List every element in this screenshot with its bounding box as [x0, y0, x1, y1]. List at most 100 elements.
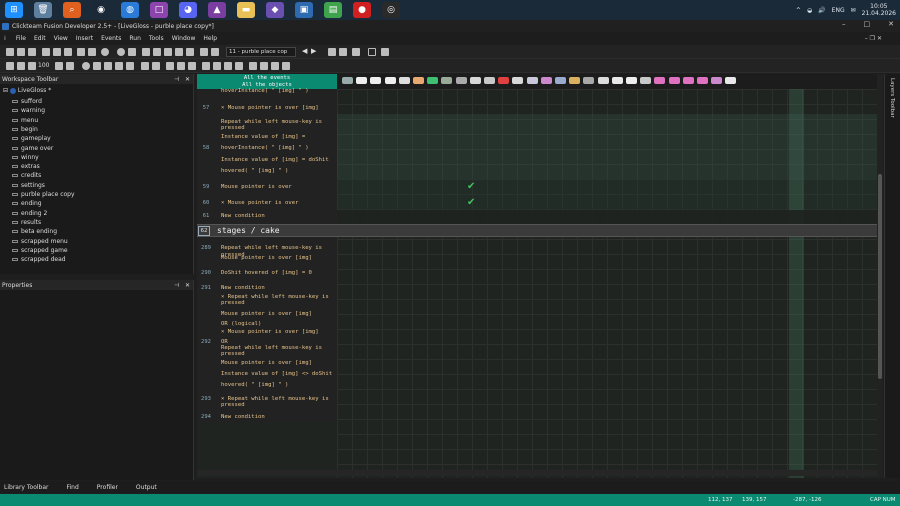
- menu-window[interactable]: Window: [172, 35, 196, 42]
- prev-frame-icon[interactable]: ◀: [302, 47, 307, 55]
- cut-icon[interactable]: [42, 48, 50, 56]
- object-icon[interactable]: [413, 77, 424, 84]
- unlock-icon[interactable]: [152, 62, 160, 70]
- event-condition[interactable]: OR (logical): [221, 321, 261, 327]
- event-condition[interactable]: hovered( " [img] " ): [221, 168, 288, 174]
- object-icon[interactable]: [370, 77, 382, 84]
- recycle-bin-icon[interactable]: 🗑: [34, 2, 52, 18]
- panel-close-icon[interactable]: ✕: [185, 282, 190, 289]
- grid-icon[interactable]: [352, 48, 360, 56]
- object-icon[interactable]: [484, 77, 495, 84]
- tree-root[interactable]: ⊟ LiveGloss *: [3, 87, 51, 94]
- event-condition[interactable]: Instance value of [img] =: [221, 134, 305, 140]
- next-frame-icon[interactable]: ▶: [311, 47, 316, 55]
- paste-icon[interactable]: [64, 48, 72, 56]
- event-condition[interactable]: hoverInstance( " [img] " ): [221, 145, 309, 151]
- tab-find[interactable]: Find: [67, 484, 79, 491]
- insert-object-icon[interactable]: [328, 48, 336, 56]
- tree-item-frame[interactable]: scrapped dead: [12, 256, 66, 263]
- app-green-icon[interactable]: ▤: [324, 2, 342, 18]
- windows-start-icon[interactable]: ⊞: [5, 2, 23, 18]
- scrollbar-thumb[interactable]: [878, 174, 882, 379]
- conditions-icon[interactable]: [177, 62, 185, 70]
- object-icon[interactable]: [512, 77, 524, 84]
- object-icon[interactable]: [555, 77, 566, 84]
- event-condition[interactable]: × Mouse pointer is over: [221, 200, 298, 206]
- notification-icon[interactable]: ✉: [851, 7, 856, 14]
- folder-icon[interactable]: ▬: [237, 2, 255, 18]
- frame-editor-icon[interactable]: [153, 48, 161, 56]
- close-button[interactable]: ✕: [888, 20, 894, 28]
- event-condition[interactable]: pressed: [221, 402, 245, 408]
- zoom-value[interactable]: 100: [38, 62, 49, 69]
- select-all-icon[interactable]: [6, 62, 14, 70]
- event-condition[interactable]: pressed: [221, 125, 245, 131]
- bookmark-icon[interactable]: [235, 62, 243, 70]
- object-icon[interactable]: [583, 77, 595, 84]
- mdi-window-controls[interactable]: – ❐ ✕: [865, 35, 882, 42]
- tree-item-frame[interactable]: beta ending: [12, 228, 57, 235]
- redo-icon[interactable]: [88, 48, 96, 56]
- object-icon[interactable]: [427, 77, 439, 84]
- object-icon[interactable]: [697, 77, 708, 84]
- tab-output[interactable]: Output: [136, 484, 157, 491]
- tree-expand-icon[interactable]: ⊟: [3, 87, 8, 94]
- pin-icon[interactable]: ⊣: [174, 76, 179, 83]
- object-icon[interactable]: [455, 77, 467, 84]
- object-icon[interactable]: [498, 77, 510, 84]
- object-icon[interactable]: [441, 77, 453, 84]
- menu-help[interactable]: Help: [203, 35, 217, 42]
- expand-icon[interactable]: [260, 62, 268, 70]
- open-file-icon[interactable]: [17, 48, 25, 56]
- tree-item-frame[interactable]: scrapped menu: [12, 238, 68, 245]
- event-condition[interactable]: New condition: [221, 213, 265, 219]
- search-icon[interactable]: [224, 62, 232, 70]
- object-icon[interactable]: [569, 77, 581, 84]
- event-condition[interactable]: Mouse pointer is over [img]: [221, 360, 312, 366]
- checkmark-icon[interactable]: ✔: [467, 197, 475, 208]
- language-indicator[interactable]: ENG: [832, 7, 845, 14]
- event-condition[interactable]: hovered( " [img] " ): [221, 382, 288, 388]
- object-icon[interactable]: [682, 77, 694, 84]
- event-condition[interactable]: Repeat while left mouse-key is: [221, 245, 322, 251]
- event-list-icon[interactable]: [166, 62, 174, 70]
- transform-icon[interactable]: [93, 62, 101, 70]
- event-condition[interactable]: Mouse pointer is over [img]: [221, 255, 312, 261]
- object-icon[interactable]: [398, 77, 410, 84]
- event-condition[interactable]: Mouse pointer is over [img]: [221, 311, 312, 317]
- run-frame-icon[interactable]: [128, 48, 136, 56]
- tree-item-frame[interactable]: game over: [12, 145, 53, 152]
- tree-item-frame[interactable]: gameplay: [12, 135, 51, 142]
- pin-icon[interactable]: ⊣: [174, 282, 179, 289]
- object-icon[interactable]: [668, 77, 680, 84]
- object-icon[interactable]: [540, 77, 552, 84]
- minimize-button[interactable]: –: [842, 20, 846, 28]
- zoom-fit-icon[interactable]: [381, 48, 389, 56]
- steam-icon[interactable]: ◉: [92, 2, 110, 18]
- event-condition[interactable]: New condition: [221, 414, 265, 420]
- tab-profiler[interactable]: Profiler: [97, 484, 118, 491]
- backdrop-icon[interactable]: [339, 48, 347, 56]
- menu-view[interactable]: View: [54, 35, 68, 42]
- tree-item-frame[interactable]: menu: [12, 117, 38, 124]
- group-icon[interactable]: [213, 62, 221, 70]
- object-icon[interactable]: [597, 77, 609, 84]
- settings-icon[interactable]: [282, 62, 290, 70]
- event-condition[interactable]: hoverInstance( " [img] " ): [221, 88, 309, 94]
- tree-item-frame[interactable]: ending 2: [12, 210, 47, 217]
- collapse-icon[interactable]: [271, 62, 279, 70]
- event-condition[interactable]: × Mouse pointer is over [img]: [221, 105, 319, 111]
- obs-icon[interactable]: ◎: [382, 2, 400, 18]
- copy-icon[interactable]: [53, 48, 61, 56]
- event-condition[interactable]: pressed: [221, 351, 245, 357]
- help-icon[interactable]: [101, 48, 109, 56]
- app-menu-icon[interactable]: ⁞: [4, 35, 6, 42]
- clock[interactable]: 10:05 21.04.2026: [862, 3, 896, 17]
- tree-item-frame[interactable]: extras: [12, 163, 40, 170]
- event-condition[interactable]: Mouse pointer is over: [221, 184, 292, 190]
- object-icon[interactable]: [626, 77, 637, 84]
- event-list-editor-icon[interactable]: [175, 48, 183, 56]
- menu-events[interactable]: Events: [101, 35, 121, 42]
- frame-select-dropdown[interactable]: 11 - purble place cop: [226, 47, 296, 57]
- object-icon[interactable]: [526, 77, 538, 84]
